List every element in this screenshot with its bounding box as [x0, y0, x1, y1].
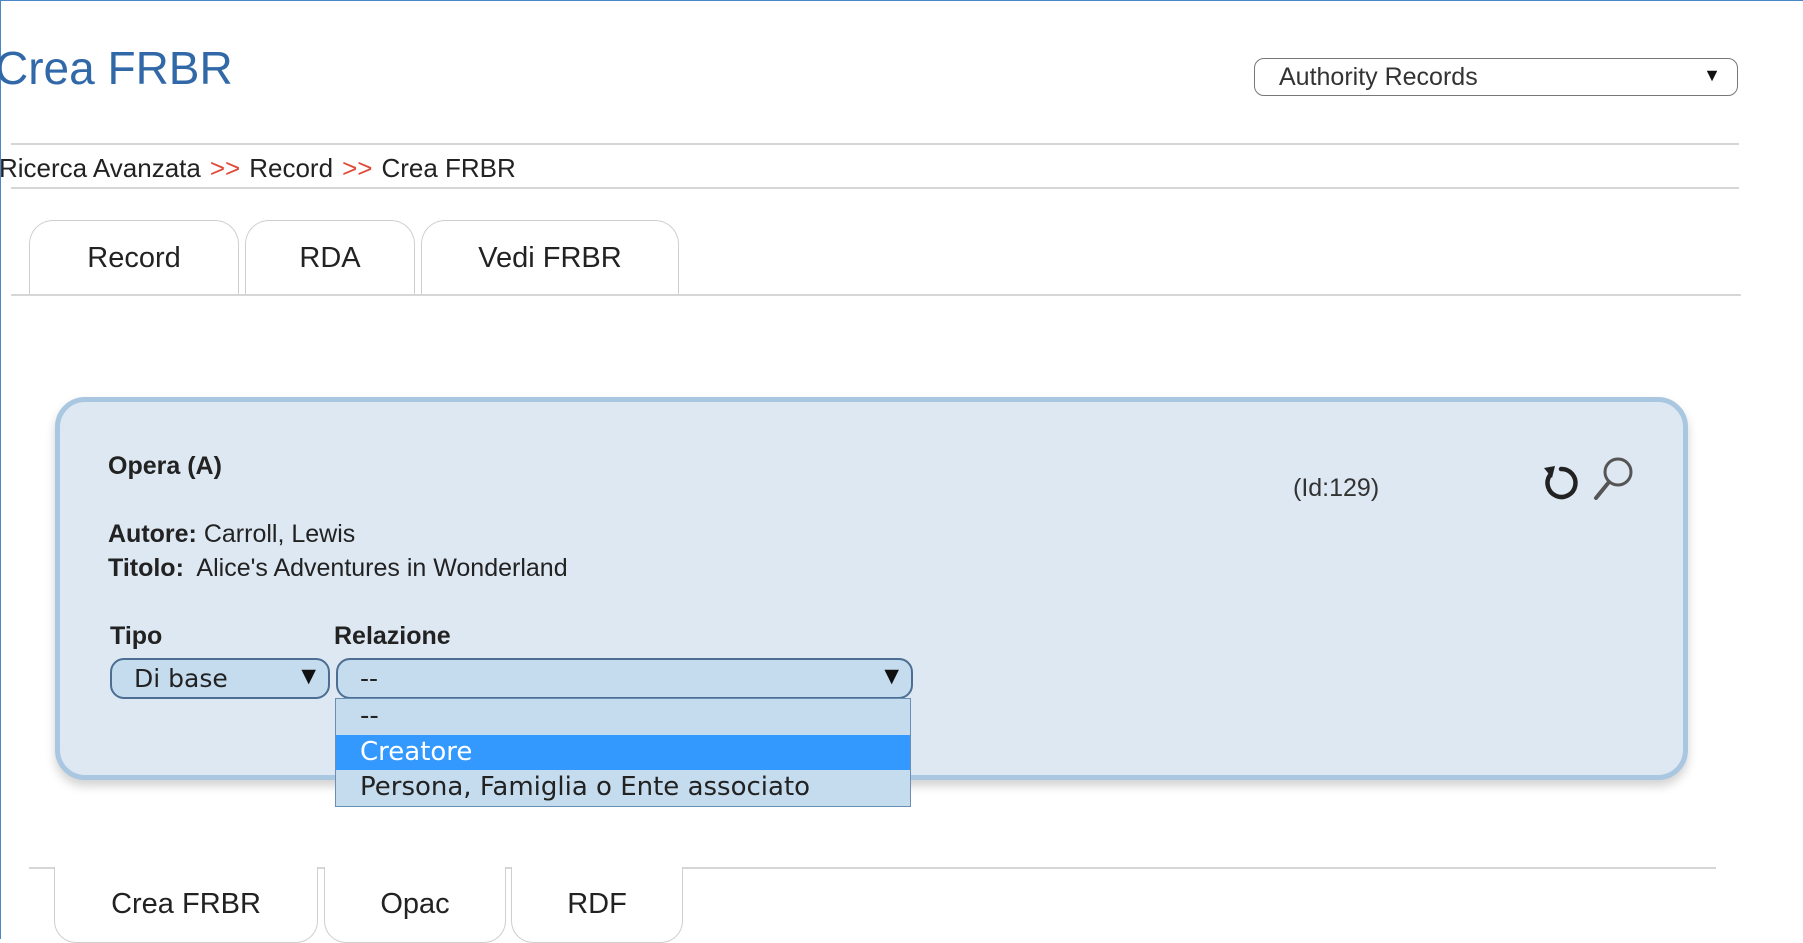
breadcrumb-separator: >>: [342, 153, 373, 183]
tipo-select[interactable]: Di base ▼: [110, 658, 330, 699]
dropdown-option-none[interactable]: --: [336, 699, 910, 734]
tipo-label: Tipo: [110, 622, 163, 650]
tipo-select-value: Di base: [134, 664, 228, 693]
refresh-icon[interactable]: [1538, 460, 1584, 506]
relazione-label: Relazione: [334, 622, 451, 650]
tab-label: Opac: [380, 888, 450, 920]
tab-record[interactable]: Record: [29, 220, 239, 296]
breadcrumb-item-current: Crea FRBR: [381, 153, 516, 183]
autore-value: Carroll, Lewis: [203, 520, 356, 548]
autore-row: Autore: Carroll, Lewis: [108, 520, 355, 549]
divider: [11, 143, 1739, 145]
card-heading: Opera (A): [108, 452, 222, 480]
tab-label: RDF: [567, 888, 627, 920]
breadcrumb-separator: >>: [209, 153, 241, 183]
record-id: (Id:129): [1293, 474, 1380, 502]
breadcrumb-item-ricerca[interactable]: Ricerca Avanzata: [0, 153, 201, 183]
titolo-row: Titolo: Alice's Adventures in Wonderland: [108, 554, 568, 583]
tab-rda[interactable]: RDA: [245, 220, 415, 296]
tab-vedi-frbr[interactable]: Vedi FRBR: [421, 220, 679, 296]
dropdown-option-creatore[interactable]: Creatore: [336, 735, 910, 770]
tabs-divider: [11, 294, 1741, 296]
titolo-label: Titolo:: [108, 554, 184, 582]
tab-rdf[interactable]: RDF: [511, 867, 683, 943]
divider: [11, 187, 1739, 189]
tab-opac[interactable]: Opac: [324, 867, 506, 943]
chevron-down-icon: ▼: [884, 665, 899, 687]
dropdown-option-persona-famiglia-ente[interactable]: Persona, Famiglia o Ente associato: [336, 770, 910, 805]
relazione-select-value: --: [360, 664, 379, 693]
breadcrumb-item-record[interactable]: Record: [249, 153, 333, 183]
relazione-dropdown-list: -- Creatore Persona, Famiglia o Ente ass…: [335, 698, 911, 807]
tab-crea-frbr[interactable]: Crea FRBR: [54, 867, 318, 943]
tab-label: Crea FRBR: [111, 888, 261, 920]
search-icon[interactable]: [1590, 454, 1638, 504]
tab-label: Record: [87, 242, 181, 274]
record-type-select[interactable]: Authority Records ▼: [1254, 58, 1738, 96]
page-frame: Crea FRBR Authority Records ▼ Ricerca Av…: [0, 0, 1803, 943]
relazione-select[interactable]: -- ▼: [336, 658, 913, 699]
autore-label: Autore:: [108, 520, 197, 548]
record-type-select-value: Authority Records: [1279, 63, 1478, 91]
chevron-down-icon: ▼: [301, 665, 316, 687]
titolo-value: Alice's Adventures in Wonderland: [196, 554, 568, 582]
page-title: Crea FRBR: [0, 42, 233, 94]
breadcrumb: Ricerca Avanzata >> Record >> Crea FRBR: [0, 153, 516, 184]
tab-label: Vedi FRBR: [478, 242, 622, 274]
chevron-down-icon: ▼: [1703, 65, 1721, 85]
tab-label: RDA: [299, 242, 361, 274]
